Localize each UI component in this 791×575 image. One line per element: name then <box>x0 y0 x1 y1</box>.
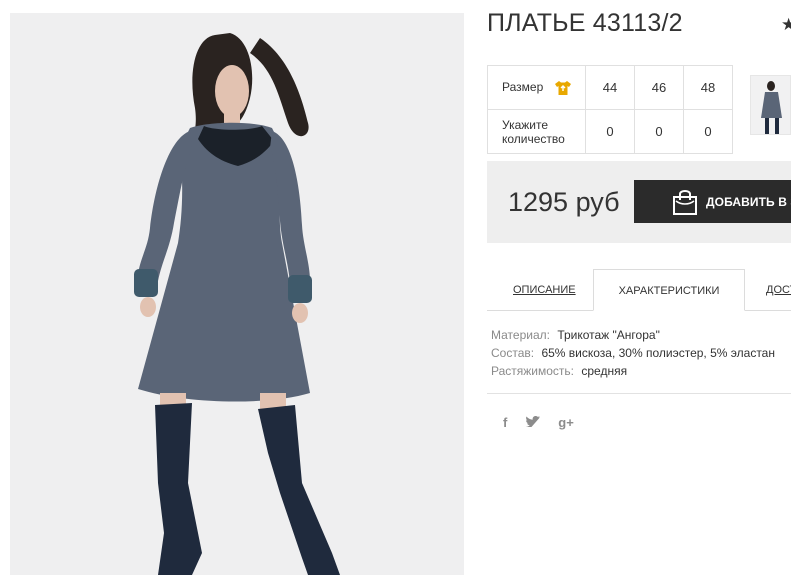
add-to-order-button[interactable]: ДОБАВИТЬ В ЗАКАЗ <box>634 180 791 223</box>
quantity-input-48[interactable]: 0 <box>683 109 733 154</box>
size-table: Размер 44 46 48 Укажите количество 0 0 0 <box>487 65 733 154</box>
quantity-row: Укажите количество 0 0 0 <box>487 109 733 154</box>
size-44[interactable]: 44 <box>585 65 635 110</box>
quantity-input-44[interactable]: 0 <box>585 109 635 154</box>
quantity-label-cell: Укажите количество <box>487 109 586 154</box>
star-icon[interactable]: ★ <box>781 15 791 35</box>
size-label-cell: Размер <box>487 65 586 110</box>
spec-value: средняя <box>581 364 628 378</box>
product-thumbnail[interactable] <box>750 75 791 135</box>
size-label: Размер <box>502 80 544 95</box>
spec-value: 65% вискоза, 30% полиэстер, 5% эластан <box>541 346 775 360</box>
quantity-label-line2: количество <box>502 131 565 146</box>
thumbnail-illustration <box>761 81 782 134</box>
tshirt-icon[interactable] <box>554 80 571 95</box>
size-46[interactable]: 46 <box>634 65 684 110</box>
tab-delivery[interactable]: ДОСТАВКА <box>766 269 791 311</box>
tab-characteristics[interactable]: ХАРАКТЕРИСТИКИ <box>593 269 745 311</box>
facebook-icon[interactable]: f <box>503 415 507 430</box>
social-share: f g+ <box>503 414 588 432</box>
spec-row-stretch: Растяжимость: средняя <box>491 362 775 380</box>
size-row: Размер 44 46 48 <box>487 65 733 110</box>
size-48[interactable]: 48 <box>683 65 733 110</box>
spec-key: Материал: <box>491 328 550 342</box>
spec-key: Состав: <box>491 346 535 360</box>
spec-value: Трикотаж "Ангора" <box>557 328 660 342</box>
section-divider <box>487 393 791 394</box>
price: 1295 руб <box>508 187 620 217</box>
dress-model-illustration <box>10 13 464 575</box>
buy-box: 1295 руб ДОБАВИТЬ В ЗАКАЗ <box>487 161 791 243</box>
quantity-input-46[interactable]: 0 <box>634 109 684 154</box>
product-title: ПЛАТЬЕ 43113/2 <box>487 9 683 37</box>
product-tabs: ОПИСАНИЕ ХАРАКТЕРИСТИКИ ДОСТАВКА <box>487 269 791 311</box>
google-plus-icon[interactable]: g+ <box>558 415 574 430</box>
spec-row-material: Материал: Трикотаж "Ангора" <box>491 326 775 344</box>
spec-row-composition: Состав: 65% вискоза, 30% полиэстер, 5% э… <box>491 344 775 362</box>
twitter-icon[interactable] <box>525 415 540 430</box>
product-photo[interactable] <box>10 13 464 575</box>
quantity-label-line1: Укажите <box>502 117 549 132</box>
spec-key: Растяжимость: <box>491 364 575 378</box>
characteristics-list: Материал: Трикотаж "Ангора" Состав: 65% … <box>491 326 775 380</box>
add-to-order-label: ДОБАВИТЬ В ЗАКАЗ <box>706 195 791 209</box>
tab-description[interactable]: ОПИСАНИЕ <box>513 269 576 311</box>
shopping-bag-icon <box>673 190 697 215</box>
